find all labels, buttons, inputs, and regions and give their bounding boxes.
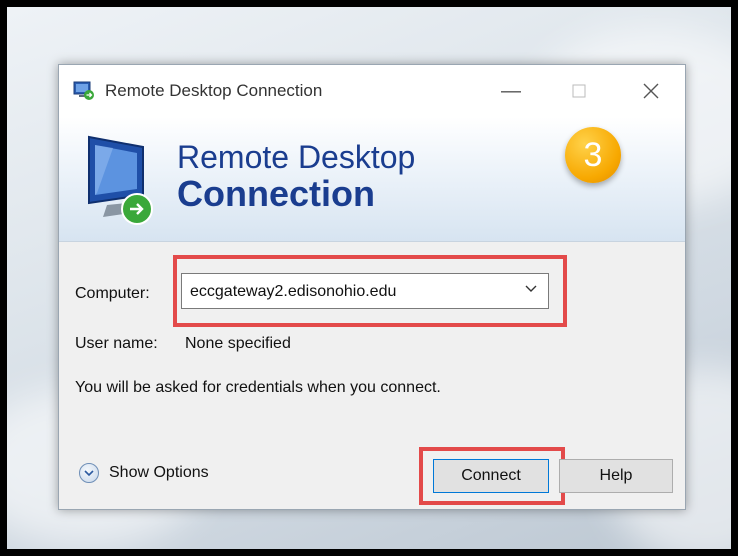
banner-title-line2: Connection [177, 173, 375, 214]
header-banner: Remote Desktop Connection 3 [59, 117, 685, 242]
maximize-button[interactable] [557, 75, 601, 107]
monitor-icon [88, 135, 153, 225]
remote-desktop-app-icon [73, 81, 94, 100]
connect-button[interactable]: Connect [433, 459, 549, 493]
help-button[interactable]: Help [559, 459, 673, 493]
window-title: Remote Desktop Connection [105, 81, 323, 100]
banner-title-line1: Remote Desktop [177, 139, 416, 175]
computer-label: Computer: [75, 285, 150, 302]
computer-input-value[interactable]: eccgateway2.edisonohio.edu [190, 283, 396, 301]
minimize-icon: — [501, 79, 521, 102]
title-bar[interactable]: Remote Desktop Connection — [59, 65, 685, 117]
credentials-note: You will be asked for credentials when y… [75, 379, 441, 396]
minimize-button[interactable]: — [489, 75, 533, 107]
remote-desktop-dialog: Remote Desktop Connection — Remote Deskt… [58, 64, 686, 510]
show-options-toggle[interactable]: Show Options [79, 463, 209, 483]
step-number-badge: 3 [565, 127, 621, 183]
maximize-icon [572, 84, 586, 98]
username-value: None specified [185, 335, 291, 352]
show-options-label[interactable]: Show Options [109, 464, 209, 482]
chevron-down-icon [84, 470, 94, 477]
username-label: User name: [75, 335, 158, 352]
expand-options-icon[interactable] [79, 463, 99, 483]
close-icon [643, 83, 659, 99]
chevron-down-icon[interactable] [524, 282, 538, 296]
close-button[interactable] [629, 75, 673, 107]
computer-combobox[interactable]: eccgateway2.edisonohio.edu [181, 273, 549, 309]
